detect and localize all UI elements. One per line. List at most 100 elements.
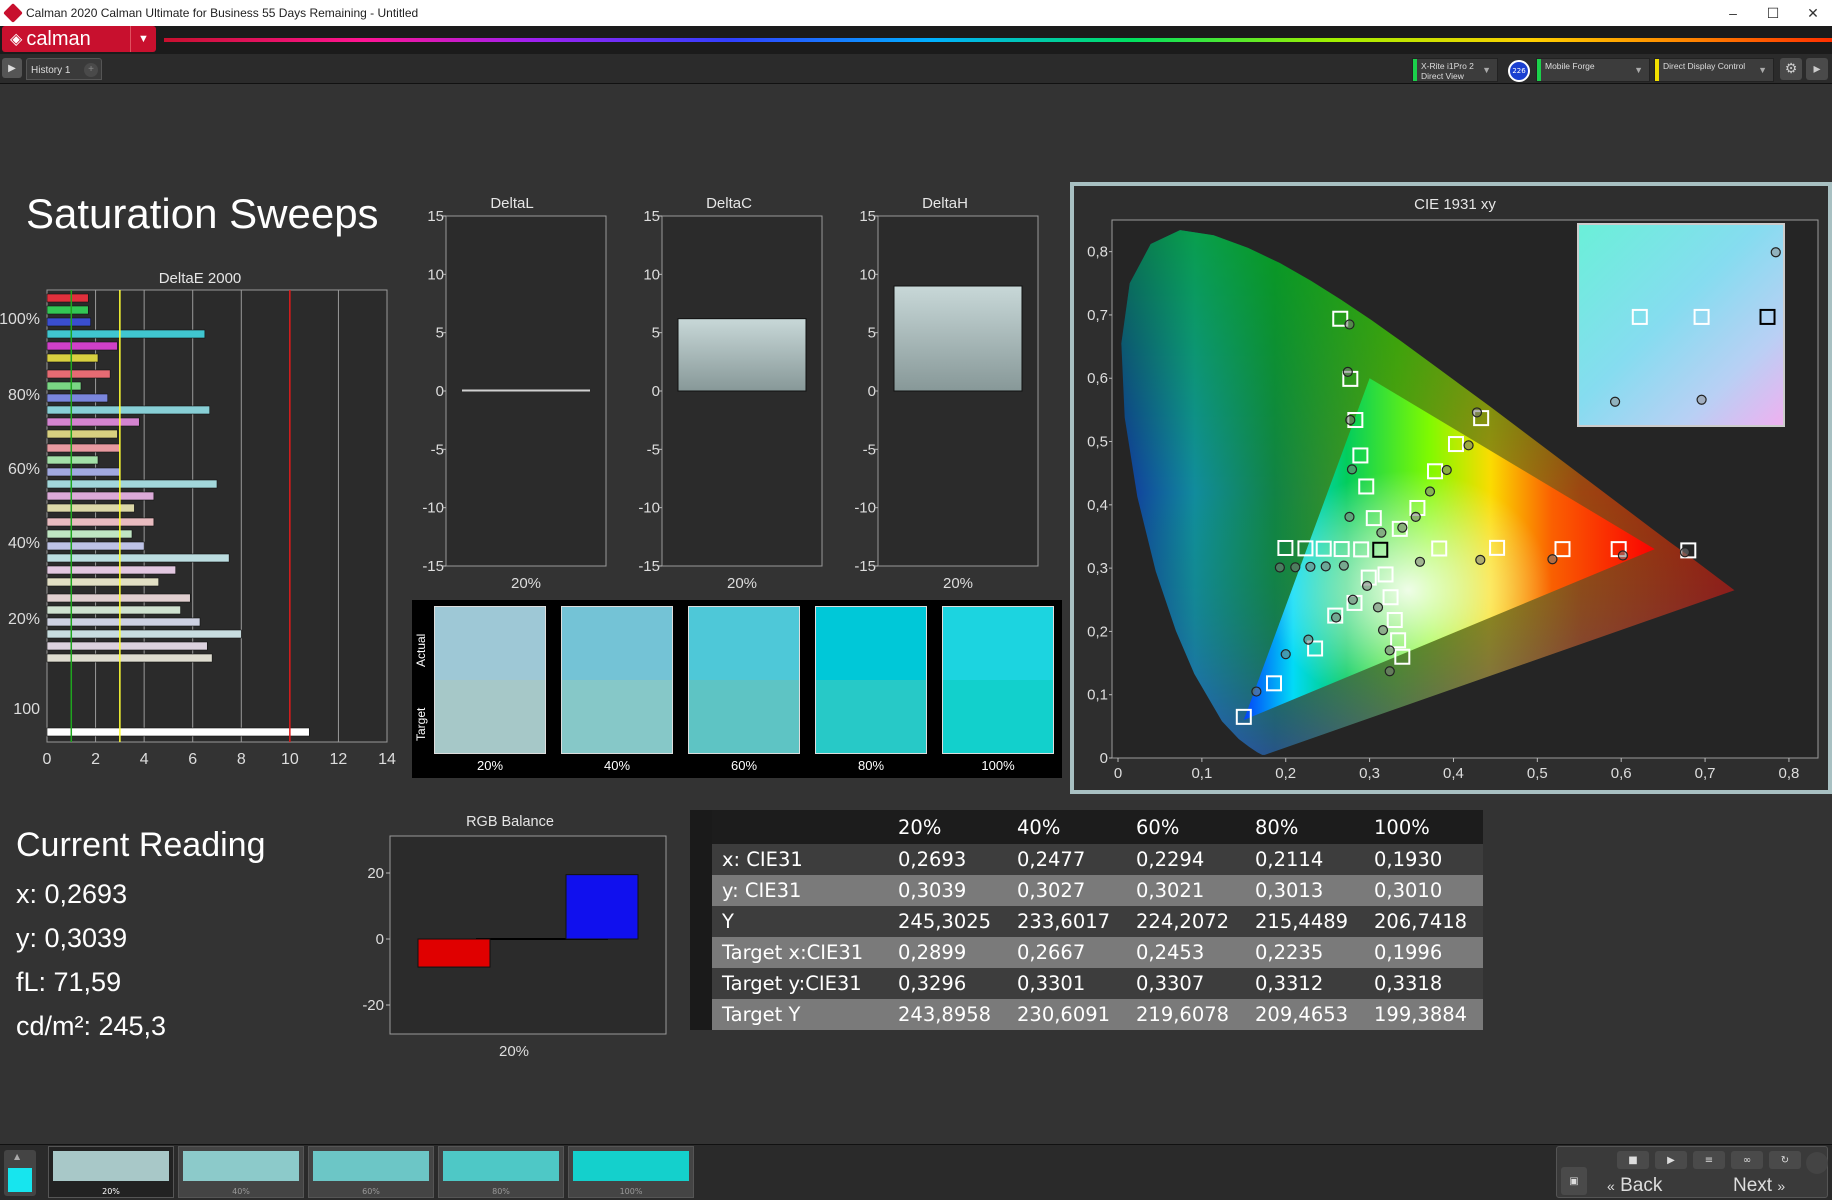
deltae-bar [46,727,310,737]
cie-measured-point [1330,612,1342,623]
deltae-group-label: 40% [8,535,40,552]
table-cell: 0,3010 [1364,875,1483,906]
table-cell: 224,2072 [1126,906,1245,937]
current-cdm: cd/m²: 245,3 [16,1011,167,1041]
rgb-red-bar [417,938,491,968]
display-status-bar [1655,59,1659,81]
cie-measured-point [1274,562,1285,573]
meter-selector[interactable]: X-Rite i1Pro 2 Direct View ▼ [1412,58,1498,82]
rgb-balance-title: RGB Balance [466,814,554,830]
refresh-icon[interactable]: ↻ [1769,1151,1801,1169]
delta-y-tick: -10 [638,500,660,517]
stop-record-icon[interactable]: ▣ [1561,1167,1587,1195]
row-marker [690,844,712,875]
actual-swatch [943,607,1053,680]
deltae-bar [46,629,242,639]
table-cell: 233,6017 [1007,906,1126,937]
point-tile[interactable]: 80% [438,1146,564,1198]
point-tile-color [53,1151,169,1181]
play-icon[interactable]: ▶ [2,58,22,78]
brand-bar: ◈ calman ▼ [0,26,1832,54]
deltae-bar [46,541,145,551]
deltae-bar [46,479,218,489]
table-cell: 0,3301 [1007,968,1126,999]
calman-logo-icon: ◈ [10,31,23,48]
target-swatch [816,680,926,753]
chevron-down-icon: ▼ [1634,65,1643,75]
cie-measured-point [1280,649,1291,660]
read-series-icon[interactable]: ≡ [1693,1151,1725,1169]
cie-chart: 0 0,1 0,2 0,3 0,4 0,5 0,6 0,7 0,8 0 0,1 0,2 0,3 0,4 0,… [1087,219,1819,782]
point-tile-label: 80% [492,1187,510,1196]
tab-history[interactable]: History 1 + [26,58,102,80]
table-cell: 245,3025 [888,906,1007,937]
deltae-bar [46,553,230,563]
deltae-bar [46,517,155,527]
table-header-row: 20% 40% 60% 80% 100% [690,810,1483,844]
cie-measured-point [1547,554,1558,565]
add-tab-icon[interactable]: + [84,63,98,77]
delta-bar [462,389,590,392]
app-icon [3,3,23,23]
table-cell: 0,2453 [1126,937,1245,968]
point-tile[interactable]: 100% [568,1146,694,1198]
brand-rainbow [164,38,1832,42]
deltae-bar [46,317,92,327]
calman-menu-button[interactable]: ◈ calman ▼ [2,26,156,52]
table-cell: 0,1996 [1364,937,1483,968]
table-row: Target Y 243,8958 230,6091 219,6078 209,4653… [690,999,1483,1030]
cie-x-tick: 0,6 [1611,765,1632,782]
cie-y-tick: 0 [1100,750,1108,767]
delta-y-tick: 15 [859,210,876,225]
generator-selector[interactable]: Mobile Forge ▼ [1536,58,1650,82]
delta-y-tick: 15 [643,210,660,225]
swatch-label: 80% [857,758,885,773]
deltae-x-tick: 12 [330,751,348,768]
next-icon: » [1777,1178,1786,1194]
current-y: y: 0,3039 [16,923,128,953]
gear-icon[interactable]: ⚙ [1780,58,1802,80]
cie-measured-point [1290,562,1301,573]
close-button[interactable]: ✕ [1790,0,1832,26]
swatch-pair [434,606,546,754]
deltae-bar [46,381,82,391]
delta-y-tick: -10 [422,500,444,517]
cie-measured-point [1384,645,1395,656]
table-header-cell: 40% [1007,810,1126,844]
table-cell: 0,2294 [1126,844,1245,875]
display-selector[interactable]: Direct Display Control ▼ [1654,58,1774,82]
table-cell: 0,3312 [1245,968,1364,999]
row-marker [690,810,712,844]
point-tile-label: 100% [619,1187,643,1196]
deltae-chart-title: DeltaE 2000 [158,270,242,287]
delta-y-tick: -15 [854,558,876,575]
cie-x-tick: 0,2 [1275,765,1296,782]
next-button[interactable]: Next » [1733,1175,1827,1197]
point-tile[interactable]: 60% [308,1146,434,1198]
stop-icon[interactable]: ■ [1617,1151,1649,1169]
cie-chart-panel: CIE 1931 xy 0 0,1 0,2 0,3 0,4 0,5 0,6 0,7 0,8 0 0,… [1070,182,1832,794]
delta-bar [677,318,807,392]
point-tile[interactable]: 40% [178,1146,304,1198]
continuous-icon[interactable]: ∞ [1731,1151,1763,1169]
table-cell: 0,3307 [1126,968,1245,999]
current-color-swatch[interactable]: ▲ [4,1150,36,1196]
delta-y-tick: 10 [859,266,876,283]
delta-y-tick: -15 [638,558,660,575]
meter-status-bar [1413,59,1417,81]
row-marker [690,937,712,968]
row-marker [690,875,712,906]
scroll-right-icon[interactable]: ▸ [1806,58,1828,80]
window-titlebar: Calman 2020 Calman Ultimate for Business… [0,0,1832,26]
point-tile-label: 40% [232,1187,250,1196]
cie-measured-point [1305,561,1316,572]
play-icon[interactable]: ▶ [1655,1151,1687,1169]
delta-category-label: 20% [511,575,541,590]
deltae-bar [46,503,135,513]
point-tile[interactable]: 20% [48,1146,174,1198]
actual-label: Actual [414,633,428,667]
back-button[interactable]: « Back [1607,1175,1707,1197]
page-title: Saturation Sweeps [26,190,379,237]
device-badge[interactable]: 226 [1508,60,1530,82]
cie-measured-point [1251,686,1262,697]
